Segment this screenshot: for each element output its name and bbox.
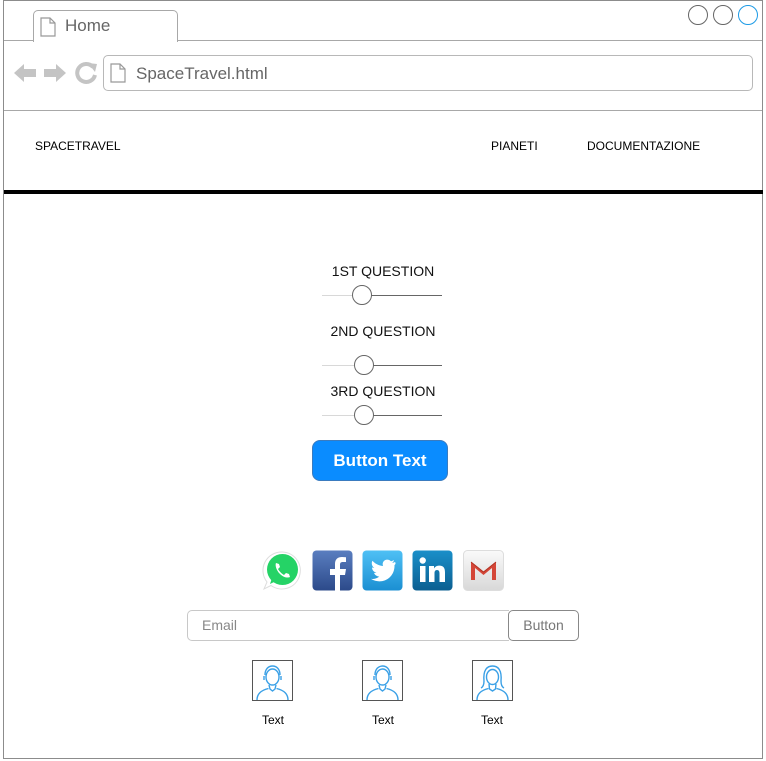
minimize-button[interactable] — [688, 5, 708, 25]
reload-icon[interactable] — [74, 61, 98, 85]
tab-label: Home — [65, 16, 111, 35]
slider-knob[interactable] — [354, 405, 374, 425]
page-icon — [110, 63, 126, 83]
whatsapp-icon[interactable] — [262, 550, 303, 591]
toolbar-divider — [4, 110, 762, 111]
slider-knob[interactable] — [352, 285, 372, 305]
nav-link-documentazione[interactable]: DOCUMENTAZIONE — [587, 139, 700, 153]
avatar — [252, 660, 293, 701]
twitter-icon[interactable] — [362, 550, 403, 591]
address-bar[interactable]: SpaceTravel.html — [103, 55, 753, 91]
male-avatar-icon — [256, 665, 289, 701]
avatar — [362, 660, 403, 701]
url-text: SpaceTravel.html — [136, 64, 268, 83]
question-label: 3RD QUESTION — [330, 383, 436, 399]
header-divider — [4, 190, 763, 194]
nav-link-pianeti[interactable]: PIANETI — [491, 139, 538, 153]
male-avatar-icon — [366, 665, 399, 701]
avatar — [472, 660, 513, 701]
email-input[interactable]: Email — [187, 610, 509, 641]
question-slider[interactable] — [322, 285, 442, 307]
email-submit-button[interactable]: Button — [508, 610, 579, 641]
avatar-caption: Text — [371, 713, 394, 727]
site-brand[interactable]: SPACETRAVEL — [35, 139, 121, 153]
browser-tab-home[interactable]: Home — [33, 10, 178, 42]
gmail-icon[interactable] — [463, 550, 504, 591]
forward-arrow-icon[interactable] — [43, 61, 67, 85]
female-avatar-icon — [476, 665, 509, 701]
back-arrow-icon[interactable] — [13, 61, 37, 85]
browser-window — [3, 0, 763, 759]
slider-knob[interactable] — [354, 355, 374, 375]
avatar-caption: Text — [480, 713, 503, 727]
page-icon — [40, 17, 56, 37]
submit-button[interactable]: Button Text — [312, 440, 448, 481]
avatar-caption: Text — [261, 713, 284, 727]
question-slider[interactable] — [322, 355, 442, 377]
maximize-button[interactable] — [713, 5, 733, 25]
question-label: 1ST QUESTION — [331, 263, 435, 279]
linkedin-icon[interactable] — [412, 550, 453, 591]
close-button[interactable] — [738, 5, 758, 25]
question-slider[interactable] — [322, 405, 442, 427]
question-label: 2ND QUESTION — [330, 323, 436, 339]
facebook-icon[interactable] — [312, 550, 353, 591]
